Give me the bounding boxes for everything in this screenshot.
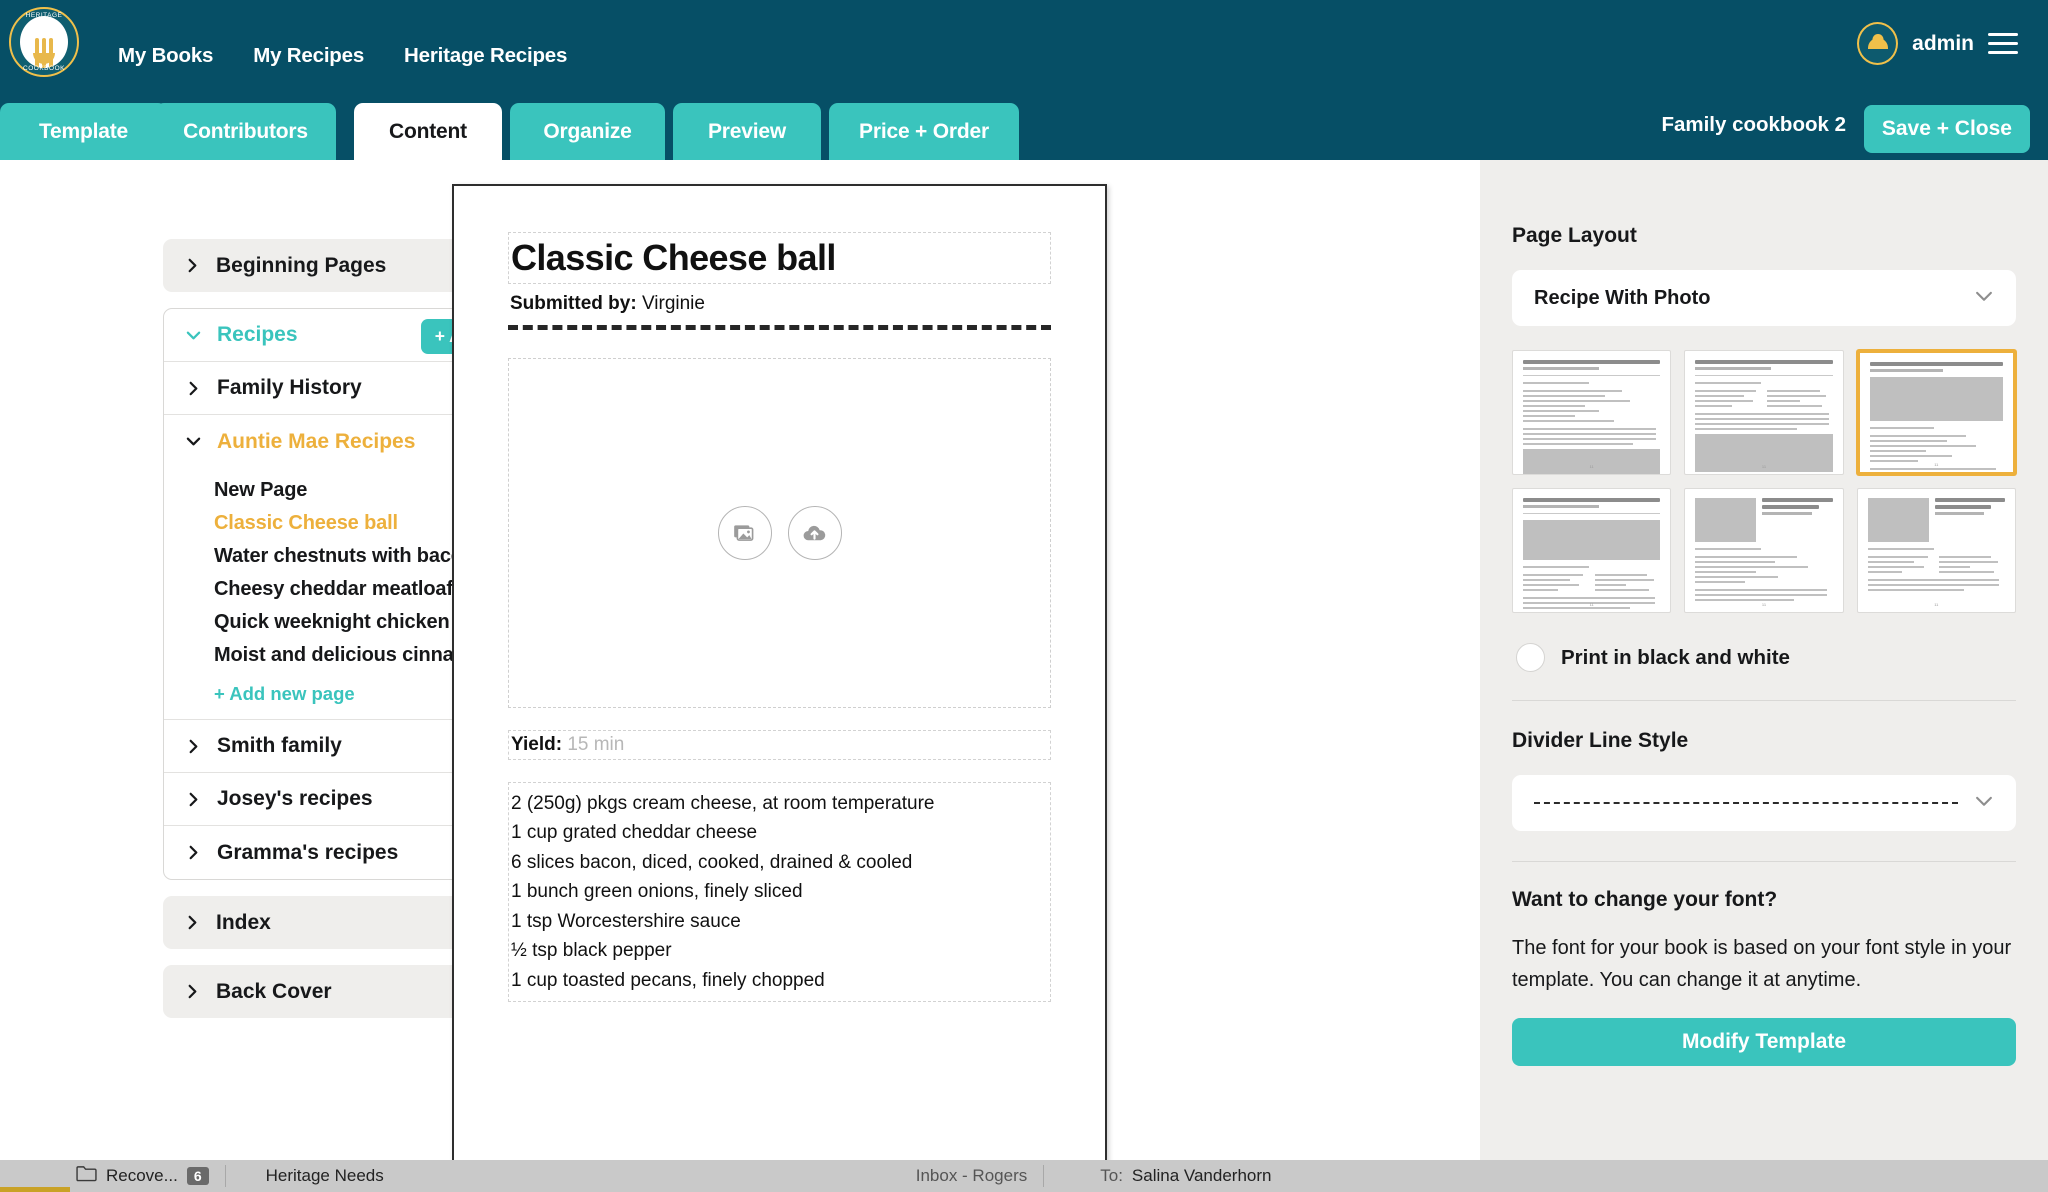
taskbar-item-recipient[interactable]: To: Salina Vanderhorn — [1084, 1160, 1287, 1192]
page-layout-select[interactable]: Recipe With Photo — [1512, 270, 2016, 326]
user-avatar-icon[interactable] — [1857, 22, 1899, 65]
tree-group-label: Smith family — [217, 734, 342, 757]
workspace: Beginning Pages i Recipes + Add New Fami… — [0, 160, 2048, 1192]
chevron-right-icon — [186, 381, 201, 396]
taskbar-item-recovery[interactable]: Recove... 6 — [60, 1160, 225, 1192]
folder-icon — [76, 1165, 97, 1187]
taskbar-recipient-label: To: — [1100, 1166, 1123, 1185]
tab-organize[interactable]: Organize — [510, 103, 665, 160]
recipe-title-field[interactable]: Classic Cheese ball — [508, 232, 1051, 284]
yield-placeholder: 15 min — [567, 734, 625, 755]
taskbar-item-label: Heritage Needs — [265, 1166, 384, 1185]
font-description: The font for your book is based on your … — [1512, 937, 2012, 991]
tree-group-label: Family History — [217, 376, 362, 399]
tree-group-label: Auntie Mae Recipes — [217, 429, 416, 453]
modify-template-button[interactable]: Modify Template — [1512, 1018, 2016, 1066]
recipes-label: Recipes — [217, 323, 298, 346]
chevron-right-icon — [185, 258, 200, 273]
nav-item-heritage-recipes[interactable]: Heritage Recipes — [404, 44, 567, 68]
tab-content[interactable]: Content — [354, 103, 502, 160]
taskbar-badge: 6 — [186, 1167, 209, 1185]
chevron-right-icon — [185, 984, 200, 999]
divider-style-preview — [1534, 802, 1958, 804]
top-navigation-bar: HERITAGE COOKBOOK My Books My Recipes He… — [0, 0, 2048, 103]
os-taskbar: Recove... 6 Heritage Needs Inbox - Roger… — [0, 1160, 2048, 1192]
taskbar-accent-bar — [0, 1187, 70, 1192]
chevron-down-icon — [186, 434, 201, 449]
panel-divider — [1512, 861, 2016, 862]
chevron-down-icon — [1974, 286, 1994, 311]
recipe-divider-line — [508, 325, 1051, 330]
layout-thumb-1[interactable]: 11 — [1512, 350, 1672, 475]
tree-section-label: Index — [216, 910, 271, 934]
ingredients-field[interactable]: 2 (250g) pkgs cream cheese, at room temp… — [508, 782, 1051, 1003]
primary-nav: My Books My Recipes Heritage Recipes — [118, 44, 607, 68]
ingredient-line: 1 cup grated cheddar cheese — [511, 822, 758, 844]
recipe-page-canvas: Classic Cheese ball Submitted by: Virgin… — [452, 184, 1107, 1184]
ingredient-line: ½ tsp black pepper — [511, 940, 672, 962]
submitted-by-label: Submitted by: — [510, 293, 637, 314]
tab-price-order[interactable]: Price + Order — [829, 103, 1019, 160]
taskbar-item-label: Recove... — [106, 1166, 178, 1185]
logo-ring-text: HERITAGE COOKBOOK — [11, 9, 77, 75]
print-black-white-label: Print in black and white — [1561, 645, 1790, 669]
print-black-white-toggle[interactable]: Print in black and white — [1516, 643, 2048, 672]
logo-ring-top: HERITAGE — [25, 12, 63, 19]
ingredient-line: 1 cup toasted pecans, finely chopped — [511, 969, 825, 991]
yield-field[interactable]: Yield: 15 min — [508, 730, 1051, 760]
chevron-right-icon — [186, 739, 201, 754]
ingredient-line: 1 bunch green onions, finely sliced — [511, 881, 803, 903]
page-layout-heading: Page Layout — [1512, 224, 1637, 247]
cookbook-logo-icon[interactable]: HERITAGE COOKBOOK — [9, 7, 79, 77]
ingredient-line: 6 slices bacon, diced, cooked, drained &… — [511, 851, 913, 873]
layout-thumb-4[interactable]: 11 — [1512, 488, 1672, 613]
ingredient-line: 1 tsp Worcestershire sauce — [511, 910, 741, 932]
layout-thumb-3[interactable]: 11 — [1856, 350, 2016, 475]
nav-item-my-books[interactable]: My Books — [118, 44, 213, 68]
username-label: admin — [1912, 31, 1974, 55]
cloud-upload-icon[interactable] — [787, 506, 842, 560]
save-and-close-button[interactable]: Save + Close — [1863, 105, 2030, 153]
taskbar-recipient-value: Salina Vanderhorn — [1131, 1166, 1272, 1185]
hamburger-menu-icon[interactable] — [1988, 33, 2018, 54]
chevron-down-icon — [186, 328, 201, 343]
yield-label: Yield: — [511, 734, 563, 755]
tab-contributors[interactable]: Contributors — [155, 103, 336, 160]
taskbar-item-inbox[interactable]: Inbox - Rogers — [900, 1160, 1044, 1192]
submitted-by-field[interactable]: Virginie — [642, 293, 705, 314]
tree-group-label: Gramma's recipes — [217, 840, 399, 864]
taskbar-item-heritage-needs[interactable]: Heritage Needs — [250, 1160, 400, 1192]
tab-preview[interactable]: Preview — [673, 103, 821, 160]
chevron-down-icon — [1974, 791, 1994, 816]
layout-thumb-5[interactable]: 11 — [1684, 488, 1844, 613]
divider-line-style-select[interactable] — [1512, 775, 2016, 831]
layout-thumbnail-grid: 11 11 11 11 11 11 — [1512, 350, 2016, 613]
user-area: admin — [1857, 22, 2018, 65]
logo-ring-bottom: COOKBOOK — [23, 65, 65, 72]
taskbar-item-label: Inbox - Rogers — [915, 1166, 1028, 1185]
layout-thumb-6[interactable]: 11 — [1856, 488, 2016, 613]
chevron-right-icon — [186, 792, 201, 807]
submitted-by-row: Submitted by: Virginie — [508, 290, 1051, 318]
ingredient-line: 2 (250g) pkgs cream cheese, at room temp… — [511, 793, 935, 814]
tree-section-label: Back Cover — [216, 979, 332, 1003]
chevron-right-icon — [186, 845, 201, 860]
tree-section-label: Beginning Pages — [216, 253, 387, 277]
panel-divider — [1512, 700, 2016, 701]
chevron-right-icon — [185, 915, 200, 930]
radio-button-icon[interactable] — [1516, 643, 1545, 672]
page-layout-value: Recipe With Photo — [1534, 286, 1711, 309]
nav-item-my-recipes[interactable]: My Recipes — [253, 44, 364, 68]
tab-template[interactable]: Template — [0, 103, 167, 160]
recipe-photo-dropzone[interactable] — [508, 358, 1051, 708]
font-heading: Want to change your font? — [1512, 888, 1778, 911]
divider-line-style-heading: Divider Line Style — [1512, 729, 1689, 752]
layout-thumb-2[interactable]: 11 — [1684, 350, 1844, 475]
book-title-label: Family cookbook 2 — [1661, 113, 1846, 136]
tree-group-label: Josey's recipes — [217, 787, 373, 810]
image-gallery-icon[interactable] — [717, 506, 772, 560]
page-settings-panel: Page Layout Recipe With Photo 11 11 11 1… — [1480, 160, 2048, 1192]
